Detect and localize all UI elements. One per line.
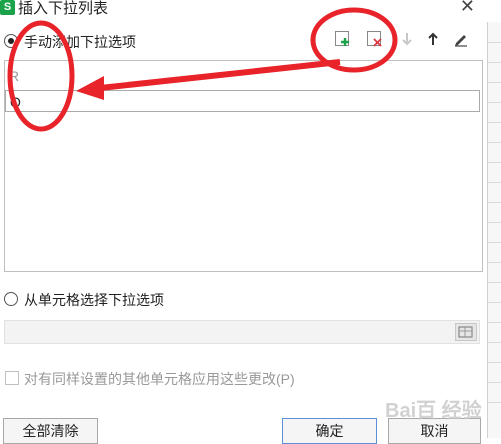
list-item[interactable]: R (5, 65, 480, 87)
cell-option-label[interactable]: 从单元格选择下拉选项 (24, 290, 164, 310)
grid-line (488, 42, 501, 43)
dialog-titlebar: S 插入下拉列表 ✕ (0, 0, 501, 22)
apply-checkbox[interactable] (5, 371, 19, 385)
apply-checkbox-label: 对有同样设置的其他单元格应用这些更改(P) (24, 371, 295, 387)
list-item[interactable]: Q (5, 90, 480, 112)
grid-line (488, 202, 501, 203)
grid-line (488, 322, 501, 323)
grid-line (488, 162, 501, 163)
range-select-icon (458, 326, 473, 338)
grid-line (488, 402, 501, 403)
clear-all-button[interactable]: 全部清除 (3, 418, 98, 444)
grid-line (488, 282, 501, 283)
grid-line (488, 142, 501, 143)
grid-line (488, 262, 501, 263)
grid-line (488, 122, 501, 123)
dialog-title: 插入下拉列表 (18, 0, 109, 17)
grid-line (488, 382, 501, 383)
add-item-icon[interactable] (334, 30, 352, 48)
baidu-watermark: Bai百 经验 (385, 400, 482, 422)
options-list[interactable]: R Q (4, 60, 483, 272)
grid-line (488, 102, 501, 103)
edit-icon[interactable] (452, 30, 470, 48)
grid-line (488, 362, 501, 363)
grid-line (488, 222, 501, 223)
grid-line (488, 302, 501, 303)
move-down-icon[interactable] (398, 30, 416, 48)
cell-option-radio[interactable] (4, 292, 18, 306)
grid-line (488, 342, 501, 343)
grid-line (488, 242, 501, 243)
range-select-button[interactable] (455, 323, 477, 341)
spreadsheet-background (487, 0, 501, 438)
manual-option-radio[interactable] (4, 34, 18, 48)
grid-line (488, 82, 501, 83)
wps-app-icon: S (0, 0, 15, 15)
delete-item-icon[interactable] (366, 30, 384, 48)
cell-range-input[interactable] (4, 320, 480, 344)
manual-option-label[interactable]: 手动添加下拉选项 (24, 32, 136, 52)
move-up-icon[interactable] (424, 30, 442, 48)
close-button[interactable]: ✕ (460, 0, 475, 17)
grid-line (488, 62, 501, 63)
ok-button[interactable]: 确定 (282, 418, 377, 444)
grid-line (488, 182, 501, 183)
